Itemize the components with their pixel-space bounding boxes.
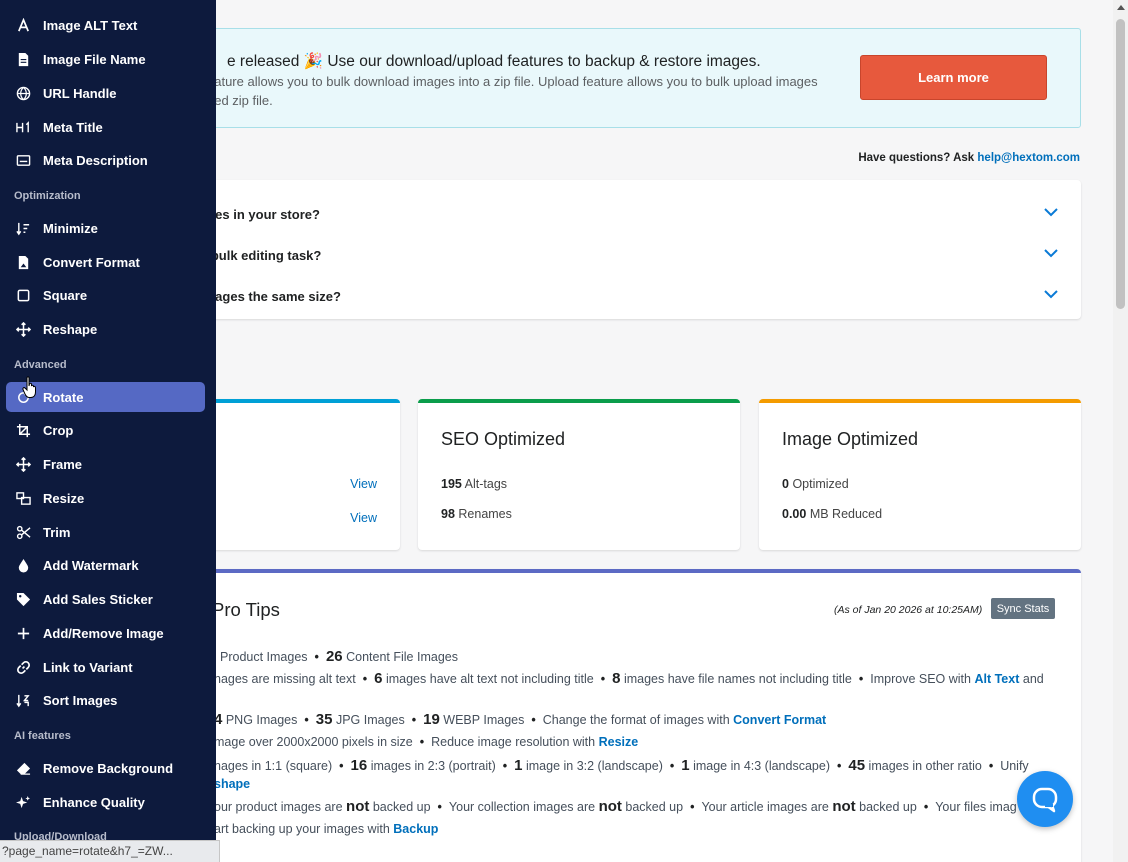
stats-timestamp: (As of Jan 20 2026 at 10:25AM) <box>834 604 983 616</box>
resize-link[interactable]: Resize <box>599 735 639 749</box>
status-bar-url: ?page_name=rotate&h7_=ZW... <box>0 840 220 862</box>
faq-item[interactable]: ages in your store? <box>150 194 1081 235</box>
banner-description: eature allows you to bulk download image… <box>207 74 818 108</box>
section-ai-features: AI features <box>14 730 71 742</box>
card-accent-bar <box>759 399 1081 403</box>
heading-icon <box>6 120 38 135</box>
sidebar-item-meta-description[interactable]: Meta Description <box>6 145 205 175</box>
sidebar-item-url-handle[interactable]: URL Handle <box>6 78 205 108</box>
chevron-down-icon[interactable] <box>1043 286 1059 302</box>
sidebar-item-trim[interactable]: Trim <box>6 517 205 547</box>
convert-format-link[interactable]: Convert Format <box>733 713 826 727</box>
move-icon <box>6 456 38 472</box>
sort-down-icon <box>6 221 38 236</box>
sync-stats-button[interactable]: Sync Stats <box>991 598 1055 619</box>
sidebar-item-reshape[interactable]: Reshape <box>6 314 205 344</box>
sidebar-item-meta-title[interactable]: Meta Title <box>6 112 205 142</box>
stat-renames: 98 Renames <box>441 507 512 521</box>
sidebar-item-resize[interactable]: Resize <box>6 483 205 513</box>
tip-line: nages in 1:1 (square) • 16 images in 2:3 (… <box>214 757 1029 774</box>
help-line: Have questions? Ask help@hextom.com <box>858 152 1080 164</box>
tip-line: mage over 2000x2000 pixels in size • Reduc… <box>214 735 639 749</box>
reshape-link[interactable]: shape <box>214 777 250 791</box>
party-icon: 🎉 <box>303 53 324 70</box>
stat-alt-tags: 195 Alt-tags <box>441 477 508 491</box>
pro-tips-panel: Pro Tips (As of Jan 20 2026 at 10:25AM) … <box>150 569 1081 862</box>
plus-icon <box>6 626 38 641</box>
alt-text-link[interactable]: Alt Text <box>974 672 1019 686</box>
stat-mb-reduced: 0.00 MB Reduced <box>782 507 883 521</box>
sidebar-item-image-alt-text[interactable]: Image ALT Text <box>6 10 205 40</box>
sidebar-item-add-remove-image[interactable]: Add/Remove Image <box>6 618 205 648</box>
banner-title: e released 🎉 Use our download/upload fea… <box>227 53 761 70</box>
tip-line: our product images are not backed up • You… <box>214 798 1017 815</box>
card-icon <box>6 153 38 168</box>
faq-item[interactable]: images the same size? <box>150 276 1081 317</box>
faq-question: images the same size? <box>200 289 341 304</box>
chat-support-button[interactable] <box>1017 771 1073 827</box>
link-icon <box>6 660 38 675</box>
help-email-link[interactable]: help@hextom.com <box>977 152 1080 164</box>
pro-tips-title: Pro Tips <box>212 599 280 620</box>
resize-icon <box>6 491 38 506</box>
crop-icon <box>6 423 38 438</box>
sidebar-item-crop[interactable]: Crop <box>6 415 205 445</box>
faq-item[interactable]: a bulk editing task? <box>150 235 1081 276</box>
stat-optimized: 0 Optimized <box>782 477 849 491</box>
tip-line: 4 PNG Images • 35 JPG Images • 19 WEBP Image… <box>214 711 827 728</box>
sparkle-icon <box>6 795 38 810</box>
faq-question: ages in your store? <box>200 207 320 222</box>
tip-line: Product Images • 26 Content File Images <box>220 648 458 665</box>
section-optimization: Optimization <box>14 190 81 202</box>
file-image-icon <box>6 255 38 270</box>
move-icon <box>6 321 38 337</box>
sidebar-item-frame[interactable]: Frame <box>6 449 205 479</box>
scroll-up-arrow-icon[interactable] <box>1117 5 1125 10</box>
seo-optimized-card: SEO Optimized 195 Alt-tags 98 Renames <box>418 399 740 550</box>
sidebar-item-square[interactable]: Square <box>6 280 205 310</box>
card-accent-bar <box>418 399 740 403</box>
hand-pointer-cursor-icon <box>22 376 36 398</box>
section-advanced: Advanced <box>14 359 67 371</box>
chevron-down-icon[interactable] <box>1043 245 1059 261</box>
image-optimized-card: Image Optimized 0 Optimized 0.00 MB Redu… <box>759 399 1081 550</box>
scissors-icon <box>6 525 38 540</box>
sidebar-item-remove-background[interactable]: Remove Background <box>6 753 205 783</box>
sidebar-item-add-watermark[interactable]: Add Watermark <box>6 550 205 580</box>
card-title: Image Optimized <box>782 429 919 449</box>
faq-panel: ages in your store? a bulk editing task?… <box>150 180 1081 319</box>
sidebar-item-enhance-quality[interactable]: Enhance Quality <box>6 787 205 817</box>
backup-link[interactable]: Backup <box>393 822 438 836</box>
tip-line: shape <box>214 777 250 791</box>
sidebar-menu: Image ALT Text Image File Name URL Handl… <box>0 0 216 862</box>
eraser-icon <box>6 761 38 776</box>
sidebar-item-convert-format[interactable]: Convert Format <box>6 247 205 277</box>
card-accent-bar <box>150 569 1081 573</box>
sidebar-item-add-sales-sticker[interactable]: Add Sales Sticker <box>6 584 205 614</box>
scrollbar-thumb[interactable] <box>1116 19 1125 309</box>
chevron-down-icon[interactable] <box>1043 204 1059 220</box>
sidebar-item-minimize[interactable]: Minimize <box>6 213 205 243</box>
sidebar-item-image-file-name[interactable]: Image File Name <box>6 44 205 74</box>
sidebar-item-sort-images[interactable]: Sort Images <box>6 685 205 715</box>
file-icon <box>6 52 38 67</box>
view-link[interactable]: View <box>350 477 377 491</box>
announcement-banner: e released 🎉 Use our download/upload fea… <box>150 28 1081 128</box>
learn-more-button[interactable]: Learn more <box>860 55 1047 100</box>
faq-question: a bulk editing task? <box>200 248 322 263</box>
tip-line: art backing up your images with Backup <box>214 822 439 836</box>
card-title: SEO Optimized <box>441 429 566 449</box>
tip-line: nages are missing alt text • 6 images have… <box>214 670 1044 687</box>
tag-icon <box>6 592 38 607</box>
drop-icon <box>6 558 38 573</box>
sort-icon <box>6 693 38 708</box>
globe-icon <box>6 86 38 101</box>
chat-bubble-icon <box>1032 787 1058 813</box>
square-icon <box>6 288 38 303</box>
sidebar-item-link-to-variant[interactable]: Link to Variant <box>6 652 205 682</box>
text-a-icon <box>6 17 38 33</box>
view-link[interactable]: View <box>350 511 377 525</box>
